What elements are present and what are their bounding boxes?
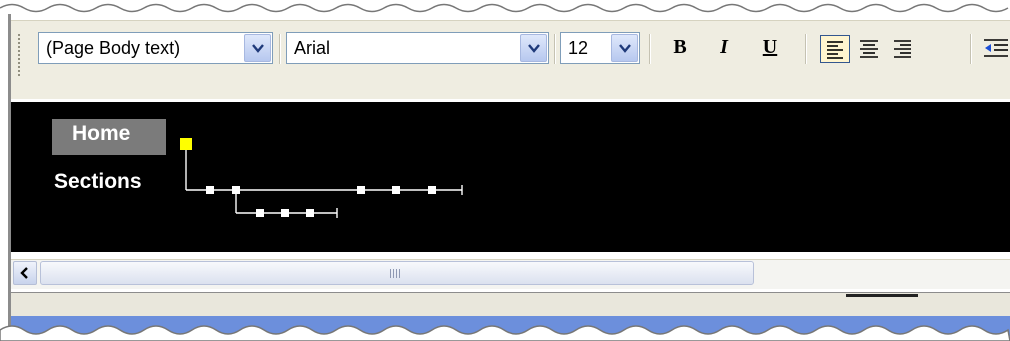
scroll-left-button[interactable]	[13, 261, 37, 285]
scroll-grip-icon	[390, 269, 402, 278]
subsection-node[interactable]	[256, 209, 264, 217]
torn-edge-bottom	[0, 325, 1010, 341]
section-node[interactable]	[232, 186, 240, 194]
home-node[interactable]	[180, 138, 192, 150]
section-node[interactable]	[392, 186, 400, 194]
subsection-node[interactable]	[306, 209, 314, 217]
chevron-left-icon	[20, 267, 28, 279]
site-map-tree	[180, 138, 463, 218]
resize-handle[interactable]	[846, 294, 918, 297]
subsection-node[interactable]	[281, 209, 289, 217]
section-node[interactable]	[206, 186, 214, 194]
section-node[interactable]	[357, 186, 365, 194]
section-node[interactable]	[428, 186, 436, 194]
